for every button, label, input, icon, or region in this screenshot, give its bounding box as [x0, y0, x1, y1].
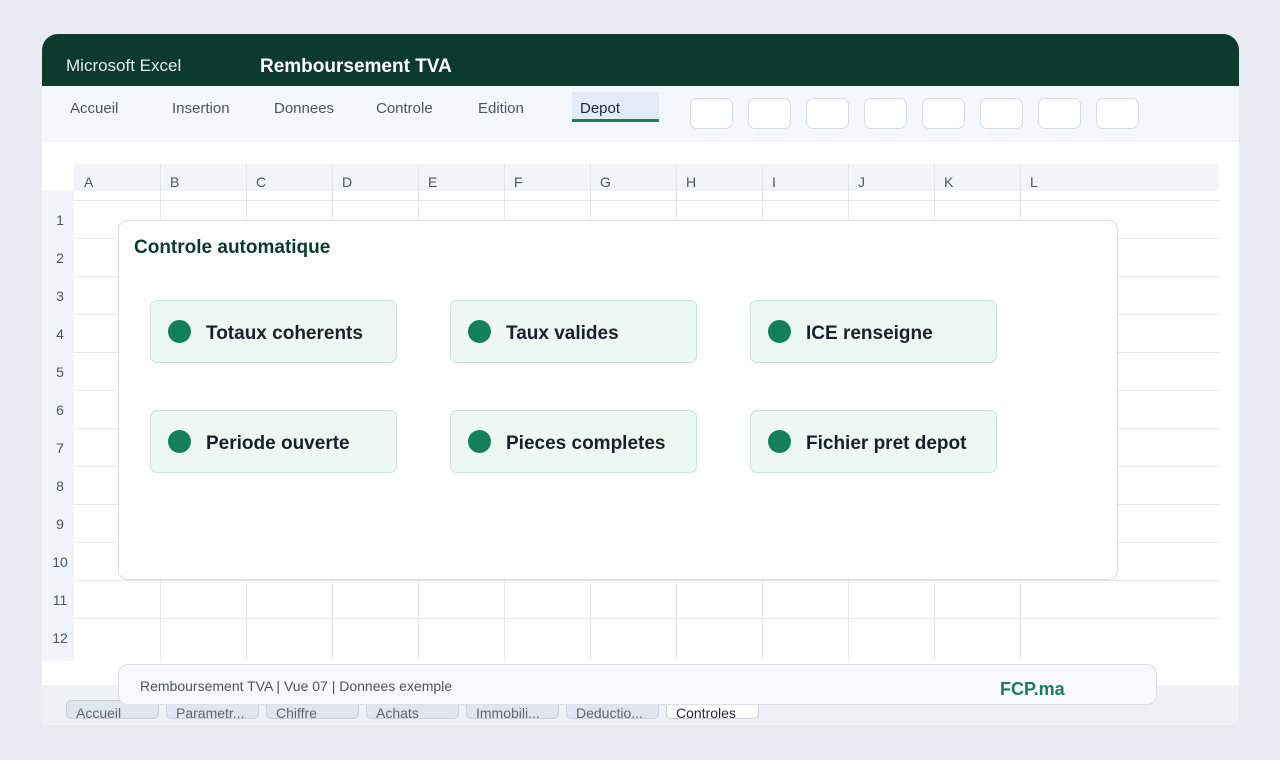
app-name: Microsoft Excel	[66, 56, 182, 75]
tool-button-2[interactable]	[748, 98, 791, 129]
column-header-f[interactable]: F	[514, 174, 523, 190]
column-header-k[interactable]: K	[944, 174, 953, 190]
row-header-2[interactable]: 2	[42, 250, 78, 266]
check-label: Fichier pret depot	[806, 433, 967, 454]
ribbon-tab-depot[interactable]: Depot	[572, 92, 659, 122]
column-header-l[interactable]: L	[1030, 174, 1038, 190]
tool-button-1[interactable]	[690, 98, 733, 129]
tool-button-4[interactable]	[864, 98, 907, 129]
ribbon-tab-accueil[interactable]: Accueil	[62, 92, 126, 122]
column-header-c[interactable]: C	[256, 174, 266, 190]
status-ok-icon	[768, 320, 791, 343]
ribbon-tab-donnees[interactable]: Donnees	[266, 92, 342, 122]
check-totaux-coherents[interactable]: Totaux coherents	[150, 300, 397, 363]
ribbon: Accueil Insertion Donnees Controle Editi…	[42, 86, 1239, 142]
row-header-6[interactable]: 6	[42, 402, 78, 418]
row-header-12[interactable]: 12	[42, 630, 78, 646]
tool-button-6[interactable]	[980, 98, 1023, 129]
row-header-1[interactable]: 1	[42, 212, 78, 228]
check-periode-ouverte[interactable]: Periode ouverte	[150, 410, 397, 473]
brand-label: FCP.ma	[1000, 679, 1065, 699]
status-ok-icon	[168, 320, 191, 343]
auto-check-panel: Controle automatique Totaux coherents Ta…	[118, 220, 1118, 580]
column-header-e[interactable]: E	[428, 174, 437, 190]
status-text: Remboursement TVA | Vue 07 | Donnees exe…	[140, 678, 453, 694]
column-header-j[interactable]: J	[858, 174, 865, 190]
status-bar: Remboursement TVA | Vue 07 | Donnees exe…	[118, 664, 1157, 705]
row-header-8[interactable]: 8	[42, 478, 78, 494]
row-header-7[interactable]: 7	[42, 440, 78, 456]
title-bar: Microsoft Excel Remboursement TVA	[42, 34, 1239, 86]
status-ok-icon	[768, 430, 791, 453]
check-taux-valides[interactable]: Taux valides	[450, 300, 697, 363]
column-header-b[interactable]: B	[170, 174, 179, 190]
status-ok-icon	[468, 430, 491, 453]
ribbon-tab-edition[interactable]: Edition	[470, 92, 532, 122]
check-ice-renseigne[interactable]: ICE renseigne	[750, 300, 997, 363]
column-header-i[interactable]: I	[772, 174, 776, 190]
row-header-5[interactable]: 5	[42, 364, 78, 380]
column-header-a[interactable]: A	[84, 174, 93, 190]
column-header-h[interactable]: H	[686, 174, 696, 190]
ribbon-tab-controle[interactable]: Controle	[368, 92, 441, 122]
tool-button-7[interactable]	[1038, 98, 1081, 129]
column-header-d[interactable]: D	[342, 174, 352, 190]
row-header-4[interactable]: 4	[42, 326, 78, 342]
tool-button-3[interactable]	[806, 98, 849, 129]
row-header-9[interactable]: 9	[42, 516, 78, 532]
check-label: Totaux coherents	[206, 323, 363, 344]
check-label: Taux valides	[506, 323, 619, 344]
status-ok-icon	[468, 320, 491, 343]
panel-title: Controle automatique	[134, 237, 331, 258]
status-ok-icon	[168, 430, 191, 453]
column-header-g[interactable]: G	[600, 174, 611, 190]
tool-button-5[interactable]	[922, 98, 965, 129]
check-label: Periode ouverte	[206, 433, 350, 454]
row-header-11[interactable]: 11	[42, 592, 78, 608]
excel-window: Microsoft Excel Remboursement TVA Accuei…	[42, 34, 1239, 725]
ribbon-tab-insertion[interactable]: Insertion	[164, 92, 238, 122]
row-number-gutter: 1 2 3 4 5 6 7 8 9 10 11 12	[42, 191, 74, 661]
tool-button-8[interactable]	[1096, 98, 1139, 129]
check-fichier-pret-depot[interactable]: Fichier pret depot	[750, 410, 997, 473]
check-label: Pieces completes	[506, 433, 666, 454]
document-title: Remboursement TVA	[260, 56, 452, 77]
check-label: ICE renseigne	[806, 323, 933, 344]
row-header-10[interactable]: 10	[42, 554, 78, 570]
check-pieces-completes[interactable]: Pieces completes	[450, 410, 697, 473]
row-header-3[interactable]: 3	[42, 288, 78, 304]
